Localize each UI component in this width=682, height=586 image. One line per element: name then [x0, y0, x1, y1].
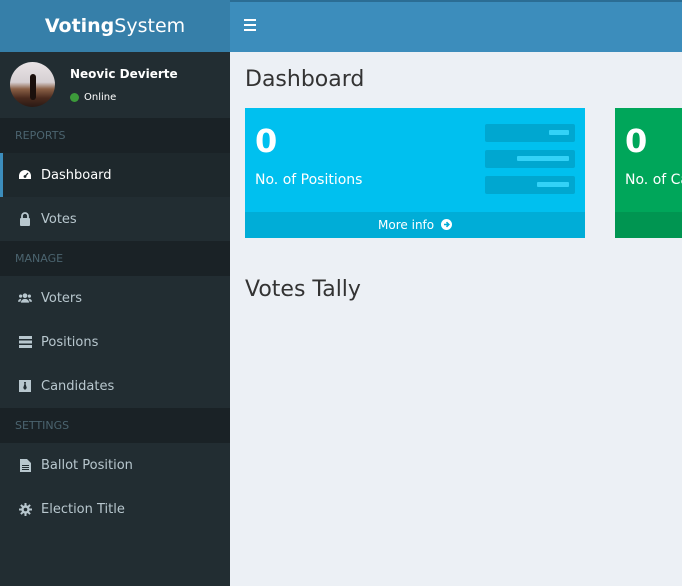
sidebar-item-election-title[interactable]: Election Title — [0, 487, 230, 531]
logo-rest-text: System — [114, 15, 186, 37]
candidates-label: No. of Ca — [625, 172, 682, 188]
page-title: Dashboard — [245, 67, 365, 92]
sidebar-item-label: Positions — [41, 334, 99, 350]
file-text-icon — [18, 458, 32, 472]
users-icon — [18, 291, 32, 305]
sidebar-item-votes[interactable]: Votes — [0, 197, 230, 241]
sidebar-item-positions[interactable]: Positions — [0, 320, 230, 364]
candidates-count: 0 — [625, 122, 648, 160]
arrow-circle-right-icon — [440, 213, 452, 239]
sidebar-toggle-icon[interactable] — [244, 19, 258, 33]
sidebar-item-label: Voters — [41, 290, 83, 306]
black-tie-icon — [18, 379, 32, 393]
sidebar-item-label: Candidates — [41, 378, 115, 394]
candidates-more-info-link[interactable] — [615, 212, 682, 238]
tasks-icon — [18, 335, 32, 349]
user-panel: Neovic Devierte Online — [0, 52, 230, 118]
sidebar-item-ballot-position[interactable]: Ballot Position — [0, 443, 230, 487]
online-dot-icon — [70, 93, 79, 102]
lock-icon — [18, 212, 32, 226]
menu-header-reports: REPORTS — [0, 118, 230, 153]
cog-icon — [18, 502, 32, 516]
sidebar-item-label: Election Title — [41, 501, 125, 517]
sidebar-item-dashboard[interactable]: Dashboard — [0, 153, 230, 197]
avatar — [10, 62, 55, 107]
user-status-label: Online — [84, 92, 117, 103]
sidebar-item-label: Dashboard — [41, 167, 112, 183]
top-navbar — [230, 0, 682, 52]
user-name: Neovic Devierte — [70, 67, 178, 81]
menu-header-manage: MANAGE — [0, 241, 230, 276]
votes-tally-title: Votes Tally — [245, 277, 361, 302]
positions-count: 0 — [255, 122, 278, 160]
menu-header-settings: SETTINGS — [0, 408, 230, 443]
positions-label: No. of Positions — [255, 172, 363, 188]
candidates-info-box: 0 No. of Ca — [615, 108, 682, 238]
sidebar-item-label: Ballot Position — [41, 457, 133, 473]
sidebar-item-candidates[interactable]: Candidates — [0, 364, 230, 408]
positions-more-info-link[interactable]: More info — [245, 212, 585, 238]
sidebar-item-voters[interactable]: Voters — [0, 276, 230, 320]
logo-bold-text: Voting — [44, 15, 115, 37]
sidebar: Neovic Devierte Online REPORTS Dashboard… — [0, 52, 230, 586]
positions-info-box: 0 No. of Positions More info — [245, 108, 585, 238]
app-logo[interactable]: Voting System — [0, 0, 230, 52]
user-status: Online — [70, 92, 116, 103]
dashboard-icon — [18, 168, 32, 182]
tasks-bg-icon — [485, 124, 575, 194]
sidebar-item-label: Votes — [41, 211, 77, 227]
more-info-label: More info — [378, 218, 435, 232]
